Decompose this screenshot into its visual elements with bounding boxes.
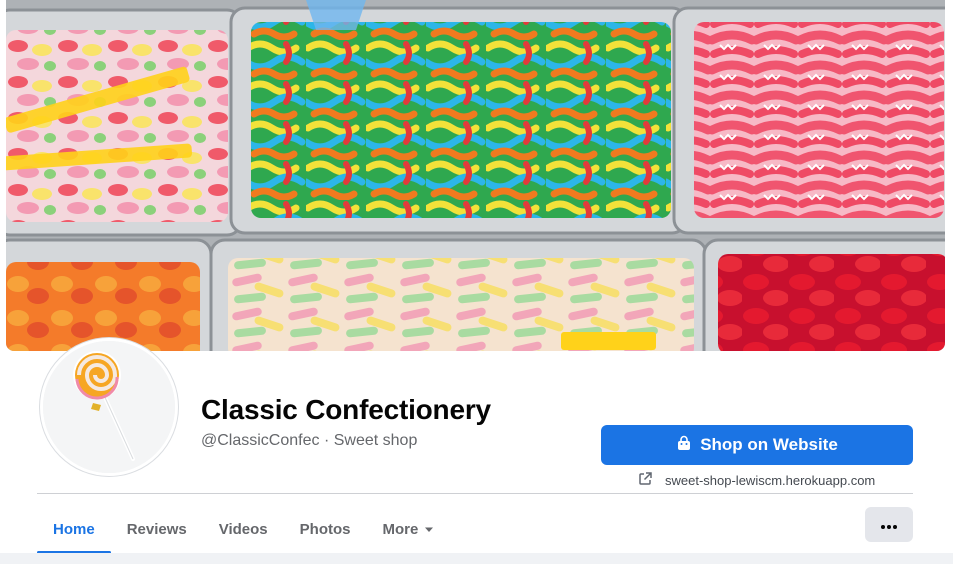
tab-reviews[interactable]: Reviews xyxy=(111,505,203,553)
header-divider xyxy=(37,493,913,494)
cover-photo-image xyxy=(6,0,945,351)
cover-photo[interactable] xyxy=(6,0,945,351)
page-subtitle: @ClassicConfec · Sweet shop xyxy=(201,432,417,450)
tab-more[interactable]: More xyxy=(367,505,451,553)
page-background-band xyxy=(0,553,953,564)
profile-picture[interactable] xyxy=(40,338,178,476)
tab-videos-label: Videos xyxy=(218,520,268,538)
page-title: Classic Confectionery xyxy=(201,394,491,425)
tab-home-label: Home xyxy=(53,520,95,538)
caret-down-icon xyxy=(424,521,434,538)
tab-more-label: More xyxy=(382,520,419,538)
tab-reviews-label: Reviews xyxy=(126,520,187,538)
more-dots-icon xyxy=(881,516,897,534)
page-handle[interactable]: @ClassicConfec xyxy=(201,432,320,449)
lollipop-image xyxy=(43,341,175,473)
tab-photos[interactable]: Photos xyxy=(284,505,367,553)
page-tabs: Home Reviews Videos Photos More xyxy=(37,505,451,554)
tab-photos-label: Photos xyxy=(299,520,351,538)
shop-button-label: Shop on Website xyxy=(700,435,838,454)
shop-on-website-button[interactable]: Shop on Website xyxy=(601,425,913,465)
shopping-bag-icon xyxy=(676,435,692,456)
website-link-text[interactable]: sweet-shop-lewiscm.herokuapp.com xyxy=(665,473,875,488)
tab-videos[interactable]: Videos xyxy=(203,505,284,553)
external-link-icon xyxy=(637,471,653,490)
page-category[interactable]: Sweet shop xyxy=(334,432,418,449)
tab-home[interactable]: Home xyxy=(37,505,111,554)
subtitle-separator: · xyxy=(323,432,330,449)
more-options-button[interactable] xyxy=(865,507,913,542)
website-link[interactable]: sweet-shop-lewiscm.herokuapp.com xyxy=(637,470,875,490)
